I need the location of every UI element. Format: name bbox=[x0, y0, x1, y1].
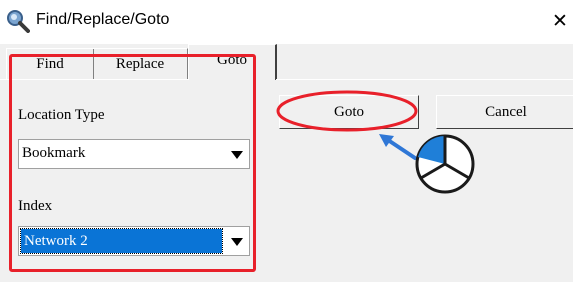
goto-button[interactable]: Goto bbox=[279, 95, 419, 129]
close-button[interactable]: ✕ bbox=[552, 8, 573, 34]
tab-panel-border bbox=[276, 79, 573, 80]
window-title: Find/Replace/Goto bbox=[36, 11, 170, 28]
cancel-button[interactable]: Cancel bbox=[436, 95, 573, 129]
title-bar: Find/Replace/Goto ✕ bbox=[0, 0, 573, 44]
magnifier-icon bbox=[7, 10, 30, 33]
location-highlight-box bbox=[9, 54, 256, 272]
